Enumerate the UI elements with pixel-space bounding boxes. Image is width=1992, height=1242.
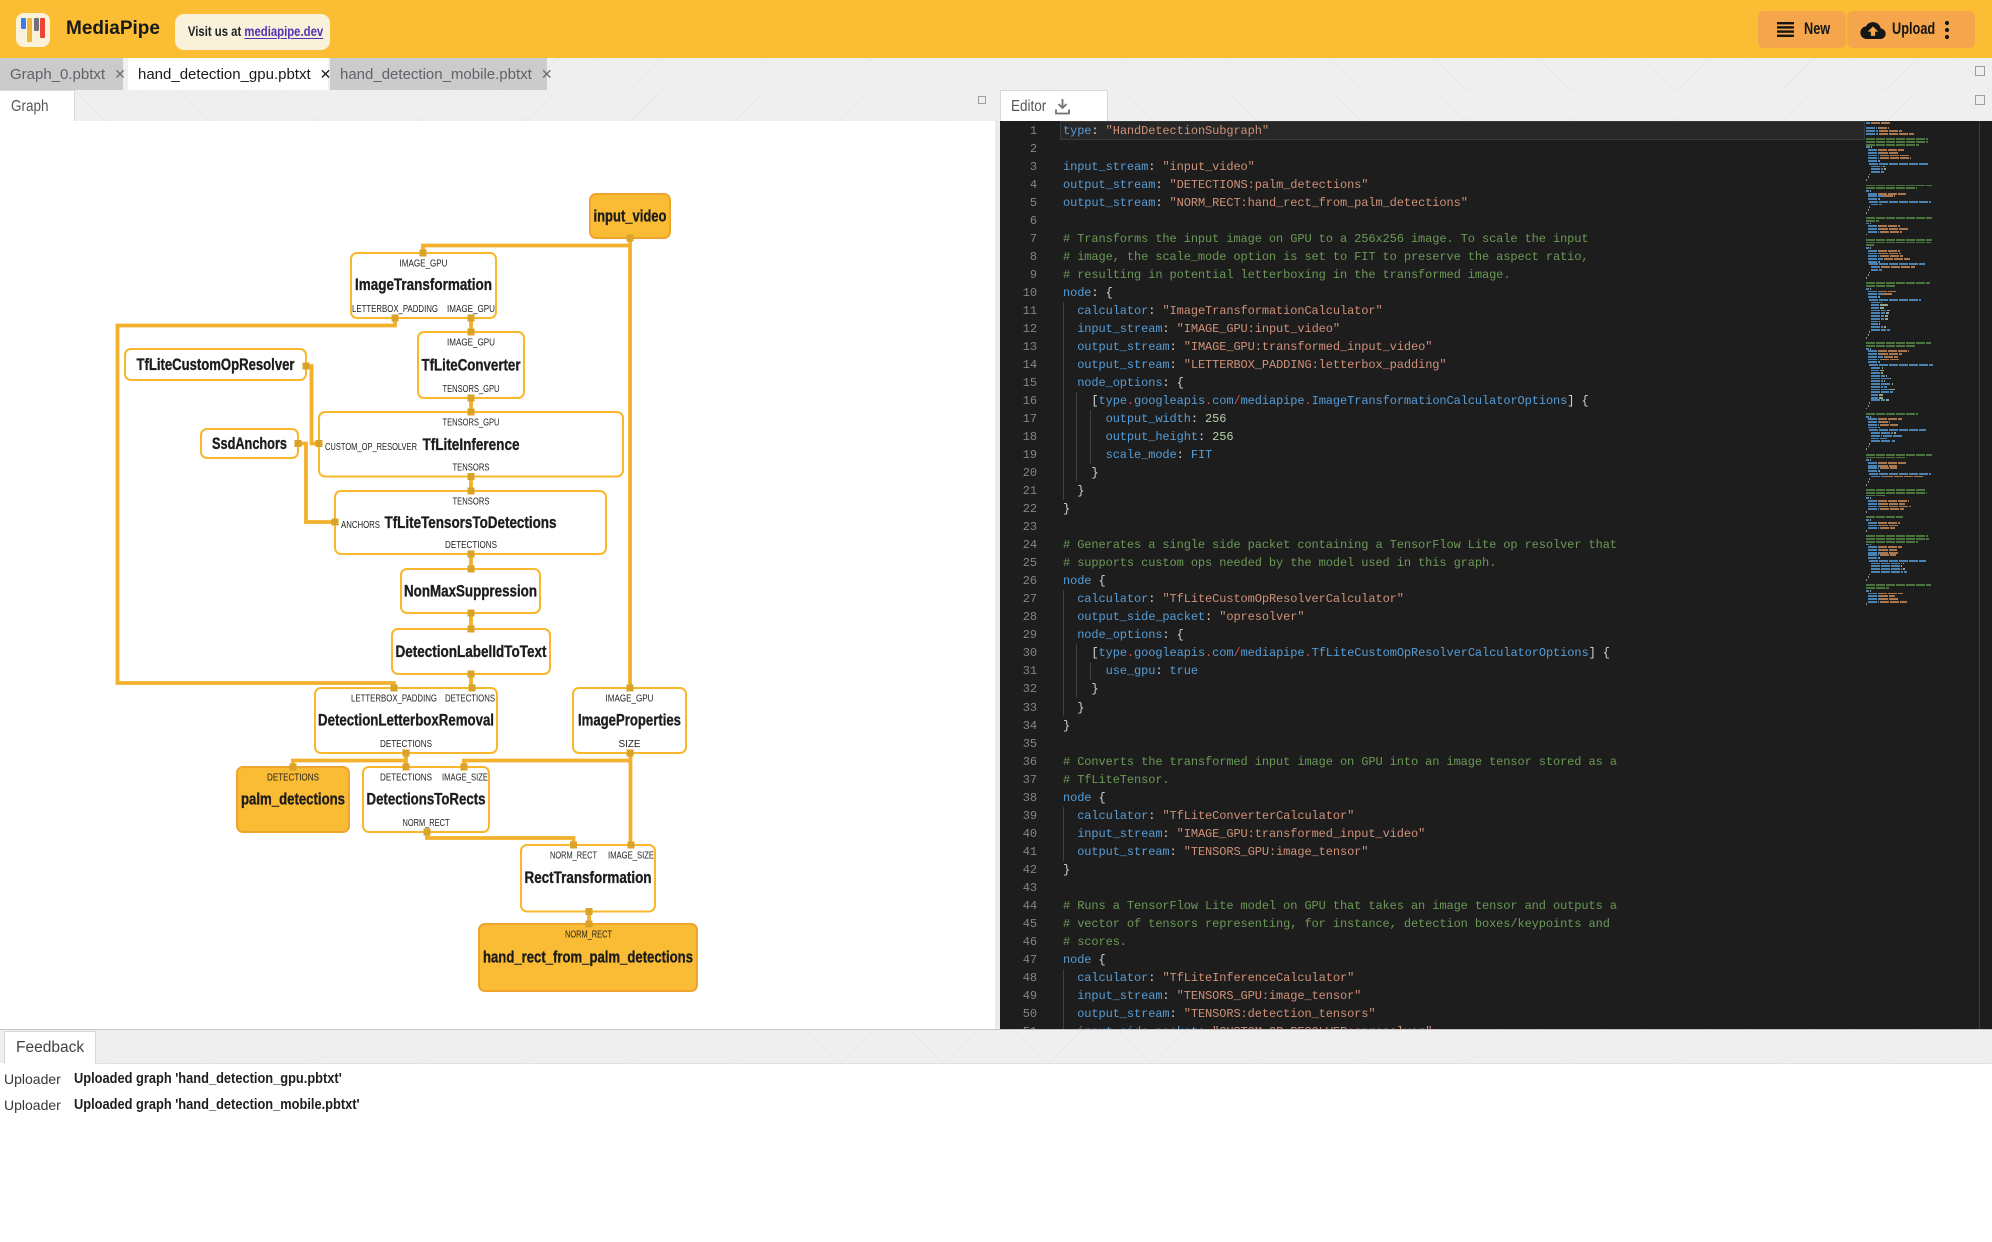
svg-text:DETECTIONS: DETECTIONS: [380, 773, 432, 784]
svg-text:ImageProperties: ImageProperties: [578, 711, 681, 730]
svg-text:ImageTransformation: ImageTransformation: [355, 275, 492, 294]
svg-text:SsdAnchors: SsdAnchors: [212, 434, 287, 453]
svg-text:TfLiteTensorsToDetections: TfLiteTensorsToDetections: [385, 513, 557, 532]
svg-text:ANCHORS: ANCHORS: [341, 520, 380, 531]
svg-text:IMAGE_GPU: IMAGE_GPU: [447, 304, 495, 315]
svg-text:hand_rect_from_palm_detections: hand_rect_from_palm_detections: [483, 948, 693, 967]
svg-text:CUSTOM_OP_RESOLVER: CUSTOM_OP_RESOLVER: [325, 442, 417, 453]
svg-text:NORM_RECT: NORM_RECT: [565, 930, 612, 941]
svg-text:DETECTIONS: DETECTIONS: [445, 540, 497, 551]
svg-text:DETECTIONS: DETECTIONS: [267, 773, 319, 784]
svg-text:IMAGE_GPU: IMAGE_GPU: [447, 338, 495, 349]
svg-text:NonMaxSuppression: NonMaxSuppression: [404, 582, 537, 601]
svg-text:DETECTIONS: DETECTIONS: [445, 694, 495, 705]
svg-text:TENSORS_GPU: TENSORS_GPU: [443, 384, 500, 395]
svg-text:LETTERBOX_PADDING: LETTERBOX_PADDING: [352, 304, 438, 315]
svg-text:TENSORS: TENSORS: [453, 497, 490, 508]
svg-text:IMAGE_GPU: IMAGE_GPU: [400, 259, 448, 270]
svg-text:SIZE: SIZE: [619, 739, 641, 750]
svg-text:DetectionsToRects: DetectionsToRects: [367, 790, 486, 809]
svg-text:input_video: input_video: [594, 207, 667, 226]
svg-text:palm_detections: palm_detections: [241, 790, 345, 809]
svg-text:TfLiteInference: TfLiteInference: [423, 435, 520, 454]
svg-text:DETECTIONS: DETECTIONS: [380, 739, 432, 750]
svg-text:IMAGE_SIZE: IMAGE_SIZE: [442, 773, 488, 784]
svg-text:DetectionLetterboxRemoval: DetectionLetterboxRemoval: [318, 711, 494, 730]
svg-text:TfLiteCustomOpResolver: TfLiteCustomOpResolver: [137, 355, 295, 374]
svg-text:DetectionLabelIdToText: DetectionLabelIdToText: [396, 642, 547, 661]
svg-text:IMAGE_GPU: IMAGE_GPU: [606, 694, 654, 705]
svg-text:IMAGE_SIZE: IMAGE_SIZE: [608, 851, 654, 862]
svg-text:LETTERBOX_PADDING: LETTERBOX_PADDING: [351, 694, 437, 705]
svg-text:TENSORS: TENSORS: [453, 463, 490, 474]
svg-text:NORM_RECT: NORM_RECT: [550, 851, 597, 862]
svg-text:TfLiteConverter: TfLiteConverter: [422, 356, 521, 375]
svg-text:NORM_RECT: NORM_RECT: [403, 818, 450, 829]
svg-text:RectTransformation: RectTransformation: [525, 868, 652, 887]
svg-text:TENSORS_GPU: TENSORS_GPU: [443, 418, 500, 429]
